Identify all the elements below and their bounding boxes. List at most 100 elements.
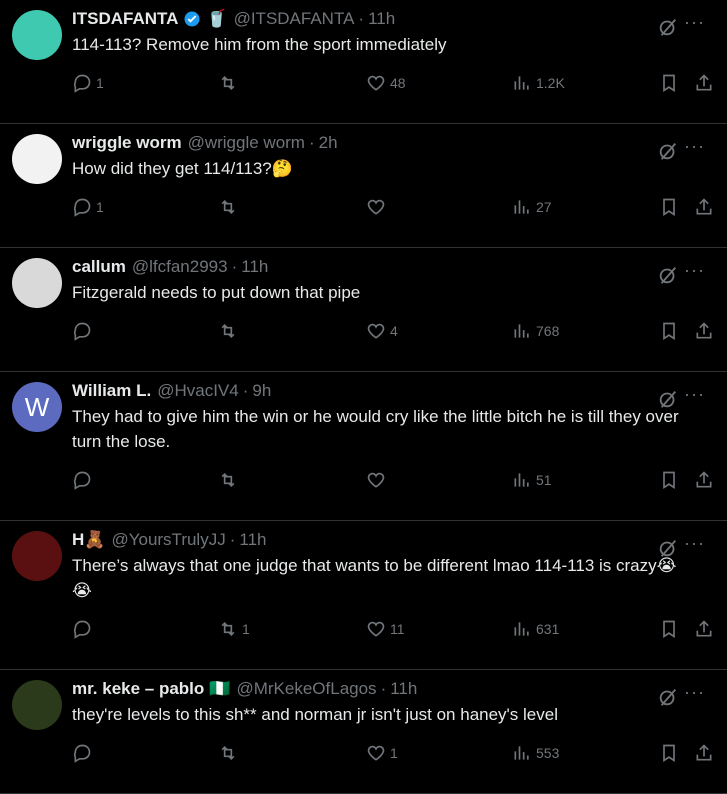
grok-icon[interactable] <box>657 537 679 564</box>
avatar[interactable]: W <box>12 382 62 432</box>
like-icon <box>366 73 386 93</box>
repost-icon <box>218 470 238 490</box>
timestamp[interactable]: 11h <box>368 9 395 29</box>
share-button[interactable] <box>694 470 714 490</box>
display-name[interactable]: mr. keke – pablo <box>72 679 204 699</box>
handle[interactable]: @MrKekeOfLagos <box>236 679 376 699</box>
handle[interactable]: @lfcfan2993 <box>132 257 228 277</box>
timestamp[interactable]: 11h <box>239 530 266 550</box>
bookmark-button[interactable] <box>659 619 679 639</box>
handle[interactable]: @ITSDAFANTA <box>234 9 355 29</box>
repost-icon <box>218 73 238 93</box>
avatar[interactable] <box>12 10 62 60</box>
more-icon[interactable]: ··· <box>684 682 705 703</box>
display-name[interactable]: wriggle worm <box>72 133 182 153</box>
like-button[interactable] <box>366 197 390 217</box>
display-name[interactable]: ITSDAFANTA <box>72 9 178 29</box>
share-button[interactable] <box>694 619 714 639</box>
tweet[interactable]: callum @lfcfan2993 · 11h Fitzgerald need… <box>0 248 727 372</box>
share-button[interactable] <box>694 743 714 763</box>
reply-button[interactable] <box>72 470 96 490</box>
tweet[interactable]: ITSDAFANTA 🥤 @ITSDAFANTA · 11h 114-113? … <box>0 0 727 124</box>
reply-feed: ITSDAFANTA 🥤 @ITSDAFANTA · 11h 114-113? … <box>0 0 727 794</box>
grok-icon[interactable] <box>657 140 679 167</box>
bookmark-button[interactable] <box>659 197 679 217</box>
repost-button[interactable] <box>218 197 242 217</box>
tweet[interactable]: W William L. @HvacIV4 · 9h They had to g… <box>0 372 727 521</box>
bookmark-button[interactable] <box>659 73 679 93</box>
grok-icon[interactable] <box>657 686 679 713</box>
timestamp[interactable]: 9h <box>252 381 271 401</box>
tweet[interactable]: mr. keke – pablo 🇳🇬 @MrKekeOfLagos · 11h… <box>0 670 727 794</box>
avatar[interactable] <box>12 258 62 308</box>
views-icon <box>512 619 532 639</box>
more-icon[interactable]: ··· <box>684 533 705 554</box>
handle[interactable]: @wriggle worm <box>188 133 305 153</box>
reply-button[interactable]: 1 <box>72 73 104 93</box>
reply-button[interactable] <box>72 619 96 639</box>
handle[interactable]: @YoursTrulyJJ <box>111 530 225 550</box>
reply-icon <box>72 197 92 217</box>
like-button[interactable]: 4 <box>366 321 398 341</box>
more-icon[interactable]: ··· <box>684 384 705 405</box>
bookmark-icon <box>659 470 679 490</box>
grok-icon[interactable] <box>657 264 679 291</box>
timestamp[interactable]: 11h <box>241 257 268 277</box>
more-icon[interactable]: ··· <box>684 136 705 157</box>
display-name[interactable]: H🧸 <box>72 530 105 550</box>
views-button[interactable]: 553 <box>512 743 559 763</box>
separator-dot: · <box>229 530 236 549</box>
tweet-text: they're levels to this sh** and norman j… <box>72 705 558 724</box>
like-icon <box>366 321 386 341</box>
repost-button[interactable] <box>218 321 242 341</box>
reply-icon <box>72 321 92 341</box>
repost-button[interactable] <box>218 470 242 490</box>
avatar[interactable] <box>12 134 62 184</box>
tweet-actions: 1 27 <box>72 185 712 229</box>
views-button[interactable]: 1.2K <box>512 73 565 93</box>
reply-icon <box>72 619 92 639</box>
tweet-actions: 1 553 <box>72 731 712 775</box>
like-button[interactable]: 11 <box>366 619 405 639</box>
tweet-actions: 1 11 631 <box>72 607 712 651</box>
grok-icon[interactable] <box>657 388 679 415</box>
reply-button[interactable] <box>72 743 96 763</box>
separator-dot: · <box>380 679 387 698</box>
bookmark-button[interactable] <box>659 321 679 341</box>
handle[interactable]: @HvacIV4 <box>157 381 239 401</box>
reply-button[interactable]: 1 <box>72 197 104 217</box>
views-button[interactable]: 51 <box>512 470 552 490</box>
views-button[interactable]: 631 <box>512 619 559 639</box>
avatar[interactable] <box>12 531 62 581</box>
timestamp[interactable]: 2h <box>319 133 338 153</box>
tweet[interactable]: wriggle worm @wriggle worm · 2h How did … <box>0 124 727 248</box>
bookmark-button[interactable] <box>659 470 679 490</box>
like-button[interactable]: 1 <box>366 743 398 763</box>
share-button[interactable] <box>694 73 714 93</box>
timestamp[interactable]: 11h <box>390 679 417 699</box>
views-count: 631 <box>536 621 560 637</box>
avatar[interactable] <box>12 680 62 730</box>
views-button[interactable]: 768 <box>512 321 559 341</box>
like-icon <box>366 743 386 763</box>
more-icon[interactable]: ··· <box>684 260 705 281</box>
tweet-header: callum @lfcfan2993 · 11h <box>72 256 687 278</box>
display-name[interactable]: callum <box>72 257 126 277</box>
views-button[interactable]: 27 <box>512 197 552 217</box>
repost-button[interactable]: 1 <box>218 619 250 639</box>
repost-button[interactable] <box>218 73 242 93</box>
repost-button[interactable] <box>218 743 242 763</box>
separator-dot: · <box>308 133 315 152</box>
share-button[interactable] <box>694 321 714 341</box>
bookmark-button[interactable] <box>659 743 679 763</box>
tweet[interactable]: H🧸 @YoursTrulyJJ · 11h There’s always th… <box>0 521 727 670</box>
more-icon[interactable]: ··· <box>684 12 705 33</box>
share-button[interactable] <box>694 197 714 217</box>
like-button[interactable]: 48 <box>366 73 406 93</box>
grok-icon[interactable] <box>657 16 679 43</box>
reply-button[interactable] <box>72 321 96 341</box>
like-button[interactable] <box>366 470 390 490</box>
repost-icon <box>218 197 238 217</box>
bookmark-icon <box>659 197 679 217</box>
display-name[interactable]: William L. <box>72 381 151 401</box>
